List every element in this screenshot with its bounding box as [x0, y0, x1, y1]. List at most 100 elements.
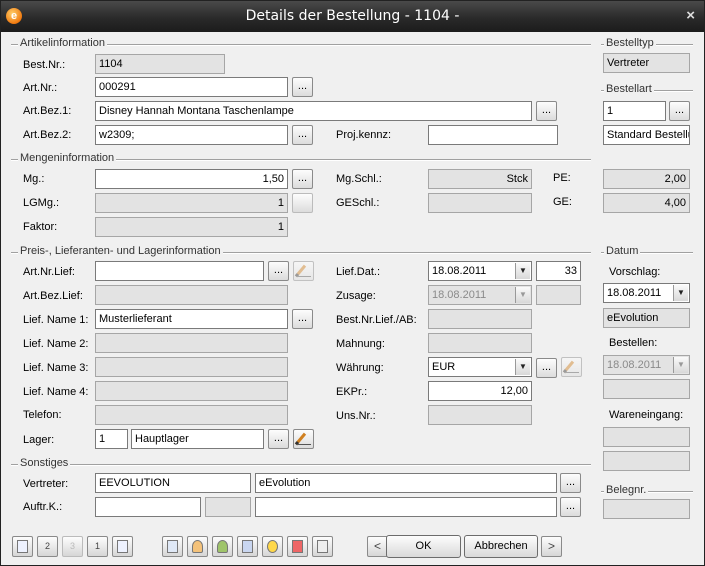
- art-bez1-input[interactable]: Disney Hannah Montana Taschenlampe: [95, 101, 532, 121]
- vorschlag-label: Vorschlag:: [609, 266, 661, 278]
- calendar-icon: [242, 540, 253, 553]
- info-icon-button[interactable]: [262, 536, 283, 557]
- wareneingang-label: Wareneingang:: [609, 409, 684, 421]
- best-nr-lief-label: Best.Nr.Lief./AB:: [336, 314, 417, 326]
- vorschlag-date-select[interactable]: 18.08.2011 ▼: [603, 283, 690, 303]
- auftrk-label: Auftr.K.:: [23, 501, 63, 513]
- wareneingang-field-a: [603, 427, 690, 447]
- users-icon-button[interactable]: [212, 536, 233, 557]
- vertreter-name-input[interactable]: eEvolution: [255, 473, 557, 493]
- mg-input[interactable]: 1,50: [95, 169, 288, 189]
- nav-first-button[interactable]: [12, 536, 33, 557]
- section-menge-title: Mengeninformation: [18, 152, 117, 164]
- bestellart-lookup-button[interactable]: ...: [669, 101, 690, 121]
- vorschlag-user-field: eEvolution: [603, 308, 690, 328]
- cancel-button[interactable]: Abbrechen: [464, 535, 538, 558]
- ge-label: GE:: [553, 196, 572, 208]
- waehrung-label: Währung:: [336, 362, 384, 374]
- ekpr-label: EKPr.:: [336, 386, 368, 398]
- lief-name3-label: Lief. Name 3:: [23, 362, 89, 374]
- art-nr-input[interactable]: 000291: [95, 77, 288, 97]
- vertreter-lookup-button[interactable]: ...: [560, 473, 581, 493]
- zusage-select: 18.08.2011 ▼: [428, 285, 532, 305]
- pe-field: 2,00: [603, 169, 690, 189]
- chevron-down-icon[interactable]: ▼: [673, 285, 688, 301]
- lief-name1-lookup-button[interactable]: ...: [292, 309, 313, 329]
- mgschl-label: Mg.Schl.:: [336, 173, 382, 185]
- art-nr-lookup-button[interactable]: ...: [292, 77, 313, 97]
- nav-page-1-button[interactable]: 1: [87, 536, 108, 557]
- auftrk-lookup-button[interactable]: ...: [560, 497, 581, 517]
- faktor-field: 1: [95, 217, 288, 237]
- pe-label: PE:: [553, 172, 571, 184]
- vertreter-code-input[interactable]: EEVOLUTION: [95, 473, 251, 493]
- bestellen-user-field: [603, 379, 690, 399]
- lager-edit-icon[interactable]: [293, 429, 314, 449]
- faktor-label: Faktor:: [23, 221, 58, 233]
- form-icon-button[interactable]: [162, 536, 183, 557]
- lager-name-input[interactable]: Hauptlager: [131, 429, 264, 449]
- close-icon[interactable]: ×: [686, 7, 695, 24]
- next-record-button[interactable]: >: [541, 536, 562, 557]
- art-nr-lief-input[interactable]: [95, 261, 264, 281]
- chevron-down-icon[interactable]: ▼: [515, 263, 530, 279]
- calendar-icon-button[interactable]: [237, 536, 258, 557]
- lief-dat-select[interactable]: 18.08.2011 ▼: [428, 261, 532, 281]
- order-details-window: e Details der Bestellung - 1104 - × Arti…: [0, 0, 705, 566]
- bestelltyp-field: Vertreter: [603, 53, 690, 73]
- art-bez2-lookup-button[interactable]: ...: [292, 125, 313, 145]
- zusage-kw-field: [536, 285, 581, 305]
- uns-nr-label: Uns.Nr.:: [336, 410, 376, 422]
- auftrk-input-c[interactable]: [255, 497, 557, 517]
- contact-icon-button[interactable]: [187, 536, 208, 557]
- art-nr-lief-lookup-button[interactable]: ...: [268, 261, 289, 281]
- mg-lookup-button[interactable]: ...: [292, 169, 313, 189]
- waehrung-edit-icon: [561, 357, 582, 377]
- alert-icon-button[interactable]: [287, 536, 308, 557]
- zusage-value: 18.08.2011: [432, 289, 487, 301]
- auftrk-input-a[interactable]: [95, 497, 201, 517]
- section-belegnr-title: Belegnr.: [604, 484, 649, 496]
- zusage-label: Zusage:: [336, 290, 376, 302]
- lief-name1-input[interactable]: Musterlieferant: [95, 309, 288, 329]
- vorschlag-date-value: 18.08.2011: [607, 287, 662, 299]
- telefon-label: Telefon:: [23, 409, 62, 421]
- nav-page-3-button: 3: [62, 536, 83, 557]
- art-nr-label: Art.Nr.:: [23, 82, 58, 94]
- bestellart-name-field[interactable]: Standard Bestellung: [603, 125, 690, 145]
- geschl-label: GESchl.:: [336, 197, 380, 209]
- bestellart-nr-input[interactable]: 1: [603, 101, 666, 121]
- art-bez1-lookup-button[interactable]: ...: [536, 101, 557, 121]
- lief-kw-input[interactable]: 33: [536, 261, 581, 281]
- waehrung-select[interactable]: EUR ▼: [428, 357, 532, 377]
- chevron-down-icon[interactable]: ▼: [515, 359, 530, 375]
- lief-dat-label: Lief.Dat.:: [336, 266, 381, 278]
- lief-name1-value: Musterlieferant: [99, 313, 172, 325]
- nav-page-2-button[interactable]: 2: [37, 536, 58, 557]
- bestellen-date-value: 18.08.2011: [607, 359, 662, 371]
- art-bez2-input[interactable]: w2309;: [95, 125, 288, 145]
- mahnung-field: [428, 333, 532, 353]
- form-icon: [167, 540, 178, 553]
- bestellen-label: Bestellen:: [609, 337, 658, 349]
- art-bez1-label: Art.Bez.1:: [23, 105, 72, 117]
- art-nr-lief-label: Art.Nr.Lief:: [23, 266, 75, 278]
- waehrung-lookup-button[interactable]: ...: [536, 358, 557, 378]
- warning-icon: [317, 540, 328, 553]
- lager-lookup-button[interactable]: ...: [268, 429, 289, 449]
- art-bez-lief-label: Art.Bez.Lief:: [23, 290, 83, 302]
- lager-nr-input[interactable]: 1: [95, 429, 128, 449]
- lager-label: Lager:: [23, 434, 55, 446]
- ok-button[interactable]: OK: [386, 535, 461, 558]
- warning-icon-button[interactable]: [312, 536, 333, 557]
- prev-record-button[interactable]: <: [367, 536, 388, 557]
- chevron-down-icon: ▼: [515, 287, 530, 303]
- ekpr-input[interactable]: 12,00: [428, 381, 532, 401]
- proj-kennz-input[interactable]: [428, 125, 558, 145]
- person-icon: [192, 540, 203, 553]
- nav-last-button[interactable]: [112, 536, 133, 557]
- vertreter-label: Vertreter:: [23, 478, 69, 490]
- section-preis-title: Preis-, Lieferanten- und Lagerinformatio…: [18, 245, 223, 257]
- section-bestellart-title: Bestellart: [604, 83, 654, 95]
- lgmg-label: LGMg.:: [23, 197, 60, 209]
